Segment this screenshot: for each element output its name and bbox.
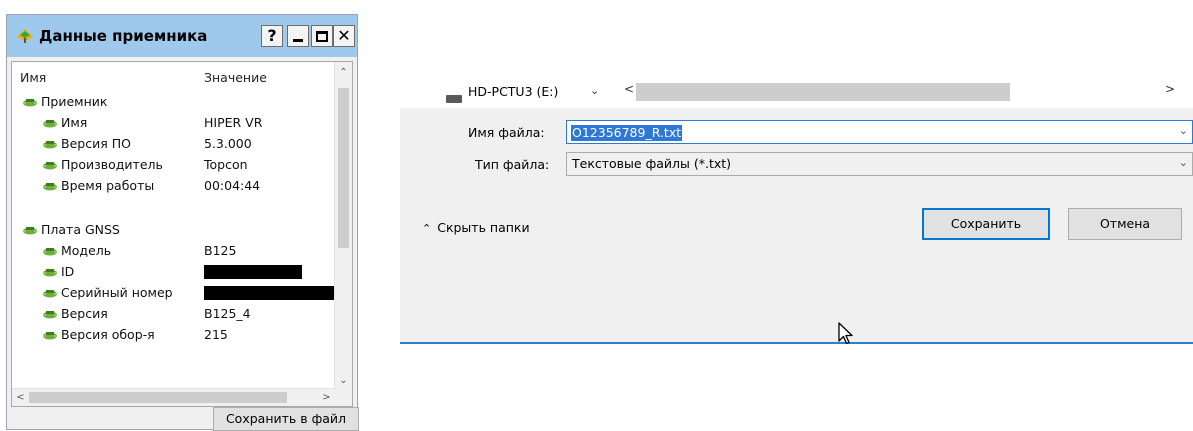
horizontal-scroll-thumb[interactable] (636, 83, 1010, 101)
row-name: Версия ПО (61, 136, 131, 151)
horizontal-scrollbar[interactable]: < > (12, 388, 335, 406)
column-header-value[interactable]: Значение (204, 70, 267, 85)
group-label: Плата GNSS (41, 222, 120, 237)
tree-node-icon (42, 247, 58, 257)
save-to-file-button[interactable]: Сохранить в файл (213, 407, 359, 431)
row-name: Модель (61, 243, 112, 258)
tree-group-receiver[interactable]: Приемник (22, 92, 107, 112)
mouse-cursor-icon (838, 322, 853, 345)
save-button[interactable]: Сохранить (922, 208, 1050, 240)
row-value: 5.3.000 (204, 136, 252, 151)
row-value: 215 (204, 327, 228, 342)
chevron-down-icon[interactable]: ⌄ (590, 84, 599, 97)
scroll-right-icon[interactable]: > (1165, 82, 1175, 96)
filetype-select[interactable]: Текстовые файлы (*.txt) ⌄ (566, 152, 1193, 176)
chevron-down-icon[interactable]: ⌄ (1179, 124, 1188, 137)
vertical-scroll-thumb[interactable] (338, 88, 349, 248)
vertical-scrollbar[interactable]: ⌃ ⌄ (334, 62, 352, 389)
tree-node-icon (42, 331, 58, 341)
minimize-icon (293, 39, 303, 42)
row-name: Время работы (61, 178, 155, 193)
filetype-value: Текстовые файлы (*.txt) (572, 156, 732, 171)
group-label: Приемник (41, 94, 108, 109)
horizontal-scroll-thumb[interactable] (29, 392, 287, 403)
row-value: B125 (204, 243, 237, 258)
row-value: 00:04:44 (204, 178, 261, 193)
maximize-button[interactable] (311, 25, 333, 47)
tree-node-icon (42, 289, 58, 299)
row-name: Версия (61, 306, 108, 321)
folder-breadcrumb-strip: HD-PCTU3 (E:) ⌄ < > (400, 78, 1193, 108)
row-name: ID (61, 264, 75, 279)
tree-row[interactable]: Версия (42, 304, 108, 324)
filetype-label: Тип файла: (475, 157, 550, 172)
tree-node-icon (42, 310, 58, 320)
dialog-title: Данные приемника (39, 27, 208, 45)
cancel-button[interactable]: Отмена (1068, 208, 1182, 240)
row-value: HIPER VR (204, 115, 263, 130)
tree-node-icon (22, 98, 38, 108)
scroll-left-icon[interactable]: < (624, 82, 634, 96)
column-header-name[interactable]: Имя (20, 70, 46, 85)
close-icon: ✕ (337, 26, 351, 45)
chevron-up-icon: ⌃ (422, 222, 432, 235)
drive-icon (446, 95, 462, 103)
chevron-down-icon[interactable]: ⌄ (1179, 156, 1188, 169)
maximize-icon (316, 30, 328, 42)
hide-folders-label: Скрыть папки (437, 220, 530, 235)
receiver-data-dialog: Данные приемника ? ✕ Имя Значение Приемн… (6, 14, 359, 431)
scroll-right-icon[interactable]: > (318, 389, 335, 406)
scroll-left-icon[interactable]: < (12, 389, 29, 406)
hide-folders-toggle[interactable]: ⌃ Скрыть папки (422, 220, 530, 235)
tree-row[interactable]: Модель (42, 241, 111, 261)
tree-row[interactable]: Имя (42, 113, 87, 133)
tree-node-icon (42, 161, 58, 171)
redacted-value (204, 286, 336, 300)
tree-node-icon (42, 140, 58, 150)
row-name: Серийный номер (61, 285, 173, 300)
tree-row[interactable]: Версия ПО (42, 134, 131, 154)
filename-value: O12356789_R.txt (571, 125, 683, 141)
close-button[interactable]: ✕ (333, 25, 355, 47)
chevron-down-icon[interactable]: ⌄ (335, 372, 352, 389)
row-name: Имя (61, 115, 88, 130)
tree-node-icon (42, 268, 58, 278)
tree-row[interactable]: Производитель (42, 155, 163, 175)
tree-row[interactable]: Серийный номер (42, 283, 173, 303)
tree-node-icon (42, 119, 58, 129)
help-button[interactable]: ? (261, 25, 283, 47)
minimize-button[interactable] (287, 25, 309, 47)
row-name: Версия обор-я (61, 327, 155, 342)
receiver-app-icon (17, 29, 33, 43)
scrollbar-corner (335, 389, 352, 406)
tree-row[interactable]: Версия обор-я (42, 325, 155, 345)
tree-row[interactable]: Время работы (42, 176, 154, 196)
row-value: B125_4 (204, 306, 251, 321)
filename-input[interactable]: O12356789_R.txt ⌄ (566, 120, 1193, 144)
row-name: Производитель (61, 157, 163, 172)
dialog-titlebar[interactable]: Данные приемника ? ✕ (7, 15, 357, 57)
tree-node-icon (42, 182, 58, 192)
filename-label: Имя файла: (468, 125, 545, 140)
save-file-dialog: Имя файла: O12356789_R.txt ⌄ Тип файла: … (400, 108, 1193, 344)
tree-node-icon (22, 226, 38, 236)
tree-row[interactable]: ID (42, 262, 74, 282)
properties-panel[interactable]: Имя Значение Приемник Имя HIPER VR Верси… (11, 61, 353, 407)
drive-label[interactable]: HD-PCTU3 (E:) (468, 84, 558, 99)
chevron-up-icon[interactable]: ⌃ (335, 64, 352, 81)
redacted-value (204, 265, 302, 279)
tree-group-gnss-board[interactable]: Плата GNSS (22, 220, 120, 240)
row-value: Topcon (204, 157, 248, 172)
help-icon: ? (267, 26, 277, 45)
